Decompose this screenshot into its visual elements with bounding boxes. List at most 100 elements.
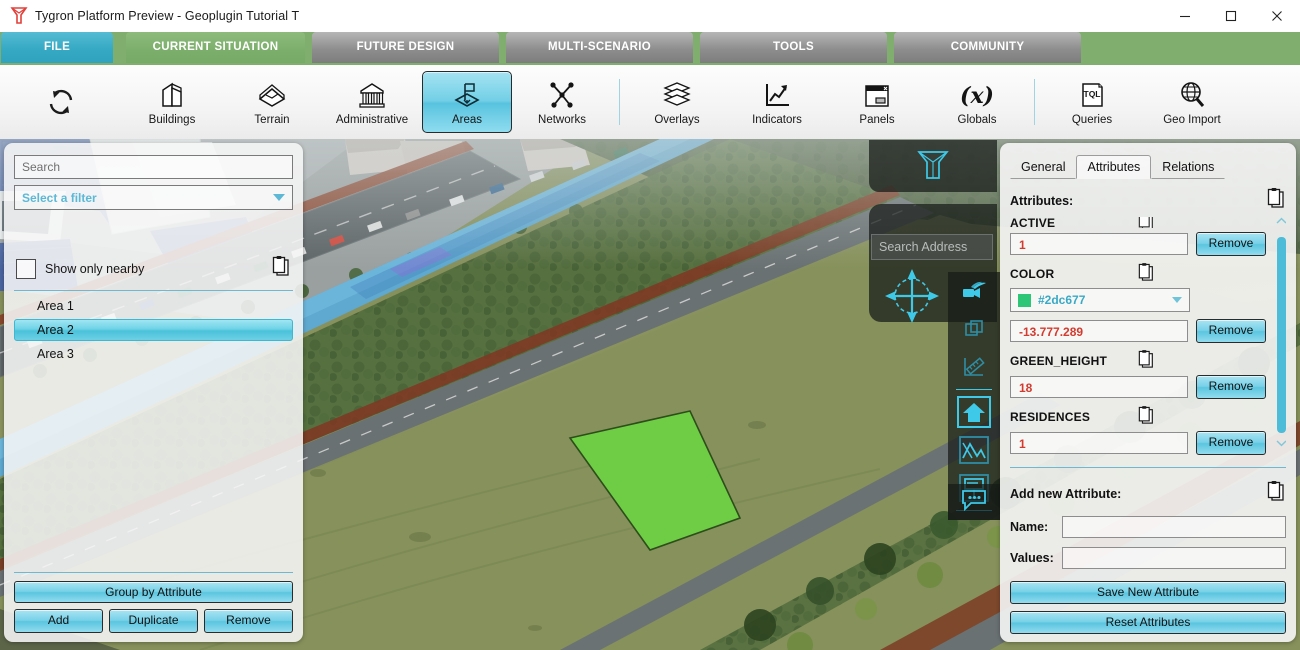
attribute-value-active[interactable]: 1 — [1010, 233, 1188, 255]
areas-list-panel: Select a filter Show only nearby Area 1 … — [4, 143, 303, 642]
attribute-row-green-height: 18 Remove — [1010, 375, 1266, 399]
tab-community[interactable]: COMMUNITY — [894, 32, 1081, 63]
clipboard-icon[interactable] — [1138, 406, 1266, 428]
list-item-area-2[interactable]: Area 2 — [14, 319, 293, 341]
tab-relations[interactable]: Relations — [1151, 155, 1226, 179]
overlays-icon — [661, 78, 693, 110]
attribute-value-residences[interactable]: 1 — [1010, 432, 1188, 454]
ribbon-label: Areas — [451, 114, 483, 126]
new-attribute-name-input[interactable] — [1062, 516, 1286, 538]
ribbon-item-indicators[interactable]: Indicators — [727, 71, 827, 133]
clipboard-icon[interactable] — [1138, 217, 1266, 228]
maximize-button[interactable] — [1208, 0, 1254, 32]
chevron-up-icon[interactable] — [1276, 217, 1286, 228]
measure-ruler-icon[interactable] — [948, 348, 1000, 386]
tab-multi-scenario[interactable]: MULTI-SCENARIO — [506, 32, 693, 63]
indicators-icon — [762, 78, 792, 110]
ribbon-item-geo-import[interactable]: Geo Import — [1142, 71, 1242, 133]
tab-general[interactable]: General — [1010, 155, 1077, 179]
clipboard-icon[interactable] — [1138, 263, 1266, 285]
title-bar: Tygron Platform Preview - Geoplugin Tuto… — [0, 0, 1300, 32]
areas-icon — [451, 78, 483, 110]
road-tool-panel[interactable] — [869, 140, 997, 192]
remove-attribute-color-button[interactable]: Remove — [1196, 319, 1266, 343]
ribbon-item-terrain[interactable]: Terrain — [222, 71, 322, 133]
show-only-nearby-checkbox[interactable] — [16, 259, 36, 279]
panel-divider — [1010, 467, 1286, 468]
scrollbar-thumb[interactable] — [1277, 237, 1286, 433]
tab-future-design[interactable]: FUTURE DESIGN — [312, 32, 499, 63]
attribute-name-green-height: GREEN_HEIGHT — [1010, 350, 1266, 372]
remove-attribute-residences-button[interactable]: Remove — [1196, 431, 1266, 455]
remove-attribute-active-button[interactable]: Remove — [1196, 232, 1266, 256]
tab-tools[interactable]: TOOLS — [700, 32, 887, 63]
ribbon-item-administrative[interactable]: Administrative — [322, 71, 422, 133]
chat-bubble-icon — [961, 489, 987, 516]
areas-list-actions: Group by Attribute Add Duplicate Remove — [4, 564, 303, 633]
ribbon-item-panels[interactable]: Panels — [827, 71, 927, 133]
list-divider — [14, 290, 293, 291]
tab-attributes[interactable]: Attributes — [1076, 155, 1152, 179]
close-button[interactable] — [1254, 0, 1300, 32]
ribbon-item-globals[interactable]: (x) Globals — [927, 71, 1027, 133]
attribute-color-dropdown[interactable]: #2dc677 — [1010, 288, 1190, 312]
copy-layers-icon[interactable] — [948, 310, 1000, 348]
attributes-body: Attributes: ACTIVE 1 Remove COLOR #2dc67… — [1000, 179, 1296, 457]
ribbon-label: Queries — [1071, 114, 1113, 126]
clipboard-icon[interactable] — [272, 256, 291, 282]
attributes-scrollbar[interactable] — [1277, 229, 1286, 445]
attribute-value-color: #2dc677 — [1038, 293, 1086, 307]
flying-camera-icon[interactable] — [948, 272, 1000, 310]
chat-tool-button[interactable] — [948, 484, 1000, 520]
t-junction-icon — [913, 144, 953, 189]
attributes-tab-strip: General Attributes Relations — [1000, 143, 1296, 179]
clipboard-icon[interactable] — [1267, 188, 1286, 214]
attribute-row-color-value: -13.777.289 Remove — [1010, 319, 1266, 343]
filter-dropdown[interactable]: Select a filter — [14, 185, 293, 210]
chevron-down-icon[interactable] — [1276, 439, 1286, 450]
add-new-attribute-section: Add new Attribute: Name: Values: — [1000, 481, 1296, 569]
ribbon-label: Indicators — [752, 114, 802, 126]
remove-attribute-green-height-button[interactable]: Remove — [1196, 375, 1266, 399]
minimize-button[interactable] — [1162, 0, 1208, 32]
ribbon-toolbar: Buildings Terrain Administrative Areas N… — [0, 65, 1300, 140]
list-item-area-1[interactable]: Area 1 — [14, 295, 293, 317]
terrain-view-icon[interactable] — [948, 431, 1000, 469]
search-address-input[interactable]: Search Address — [871, 234, 993, 260]
clipboard-icon[interactable] — [1138, 350, 1266, 372]
ribbon-item-overlays[interactable]: Overlays — [627, 71, 727, 133]
ribbon-refresh-button[interactable] — [0, 71, 122, 133]
save-new-attribute-button[interactable]: Save New Attribute — [1010, 581, 1286, 604]
remove-area-button[interactable]: Remove — [204, 609, 293, 633]
ribbon-label: Buildings — [148, 114, 196, 126]
show-only-nearby-row[interactable]: Show only nearby — [14, 256, 293, 282]
new-attribute-values-input[interactable] — [1062, 547, 1286, 569]
ribbon-label: Networks — [538, 114, 586, 126]
tab-current-situation[interactable]: CURRENT SITUATION — [126, 32, 305, 63]
group-by-attribute-button[interactable]: Group by Attribute — [14, 581, 293, 603]
clipboard-icon[interactable] — [1267, 481, 1286, 507]
attribute-value-color-numeric[interactable]: -13.777.289 — [1010, 320, 1188, 342]
ribbon-label: Terrain — [254, 114, 290, 126]
ribbon-item-queries[interactable]: TQL Queries — [1042, 71, 1142, 133]
list-item-area-3[interactable]: Area 3 — [14, 343, 293, 365]
attribute-value-green-height[interactable]: 18 — [1010, 376, 1188, 398]
attribute-name-residences: RESIDENCES — [1010, 406, 1266, 428]
globals-icon: (x) — [959, 78, 995, 110]
building-home-icon[interactable] — [948, 393, 1000, 431]
chevron-down-icon — [273, 194, 285, 201]
window-controls — [1162, 0, 1300, 32]
ribbon-item-buildings[interactable]: Buildings — [122, 71, 222, 133]
tab-file[interactable]: FILE — [1, 32, 113, 63]
filter-dropdown-label: Select a filter — [22, 190, 97, 205]
compass-navigation-icon[interactable] — [880, 266, 944, 329]
duplicate-area-button[interactable]: Duplicate — [109, 609, 198, 633]
reset-attributes-button[interactable]: Reset Attributes — [1010, 611, 1286, 634]
ribbon-item-networks[interactable]: Networks — [512, 71, 612, 133]
attributes-scroll-region[interactable]: ACTIVE 1 Remove COLOR #2dc677 -13.777.28… — [1010, 217, 1286, 457]
ribbon-label: Panels — [859, 114, 895, 126]
add-area-button[interactable]: Add — [14, 609, 103, 633]
search-input[interactable] — [14, 155, 293, 179]
ribbon-item-areas[interactable]: Areas — [422, 71, 512, 133]
ribbon-separator — [1034, 79, 1035, 125]
